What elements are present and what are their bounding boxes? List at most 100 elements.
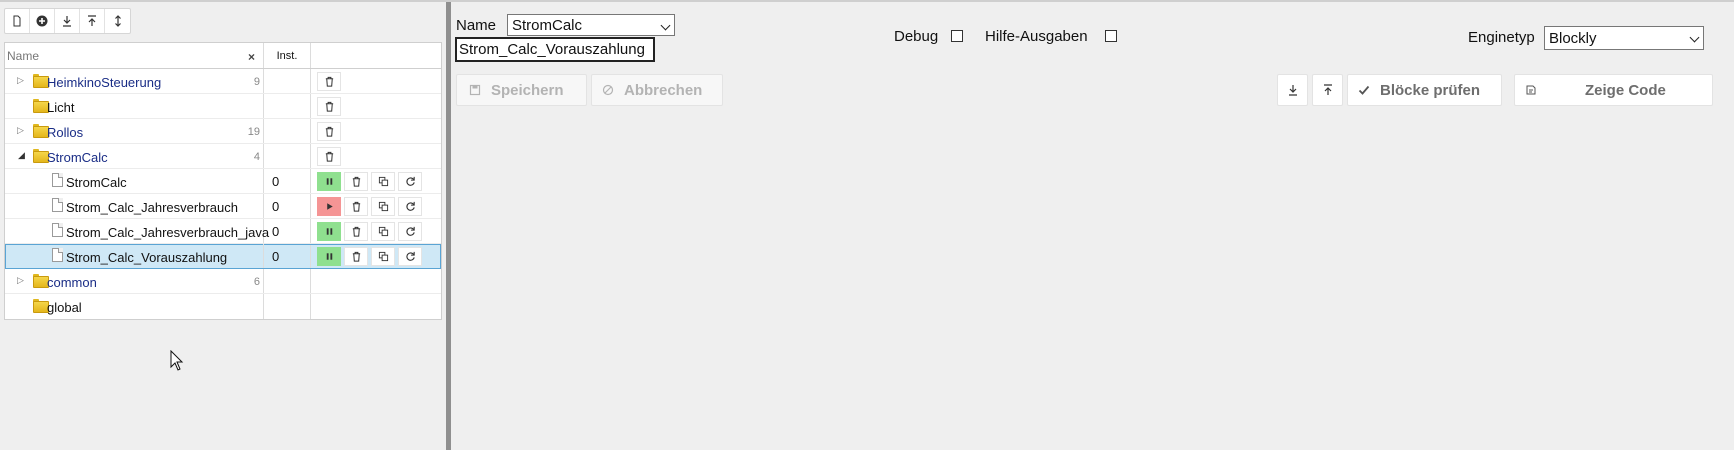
download-icon xyxy=(63,16,71,27)
folder-icon xyxy=(33,149,49,163)
debug-checkbox[interactable] xyxy=(951,30,963,42)
cancel-button[interactable]: Abbrechen xyxy=(591,74,723,106)
folder-count: 19 xyxy=(247,126,260,138)
trash-icon xyxy=(325,101,333,112)
tree-folder-row[interactable]: ▷ Rollos 19 xyxy=(5,119,441,144)
restart-button[interactable] xyxy=(398,221,422,241)
copy-button[interactable] xyxy=(371,171,395,191)
folder-label: global xyxy=(47,300,82,315)
delete-button[interactable] xyxy=(317,146,341,166)
pause-icon xyxy=(326,227,332,235)
start-button[interactable] xyxy=(317,196,341,216)
new-file-icon xyxy=(13,15,21,27)
delete-button[interactable] xyxy=(317,121,341,141)
restart-button[interactable] xyxy=(398,246,422,266)
folder-label: Rollos xyxy=(47,125,84,140)
import-blocks-button[interactable] xyxy=(1312,74,1343,106)
tree-toolbar xyxy=(4,8,131,34)
folder-icon xyxy=(33,74,49,88)
name-select[interactable]: StromCalc xyxy=(507,14,675,36)
name-filter-placeholder: Name xyxy=(7,48,40,63)
check-blocks-button[interactable]: Blöcke prüfen xyxy=(1347,74,1502,106)
trash-icon xyxy=(325,126,333,137)
expand-collapse-button[interactable] xyxy=(105,9,130,33)
instance-count: 0 xyxy=(264,169,311,193)
delete-button[interactable] xyxy=(344,171,368,191)
script-label: Strom_Calc_Jahresverbrauch_java xyxy=(66,225,270,240)
tree-script-row-selected[interactable]: Strom_Calc_Vorauszahlung 0 xyxy=(5,244,441,269)
restart-button[interactable] xyxy=(398,171,422,191)
folder-icon xyxy=(33,124,49,138)
script-tree-pane: Name × Inst. ▷ HeimkinoSteuerung 9 Licht xyxy=(0,2,446,450)
expand-triangle-icon[interactable]: ▷ xyxy=(17,275,24,286)
delete-button[interactable] xyxy=(344,196,368,216)
save-button[interactable]: Speichern xyxy=(456,74,587,106)
show-code-button[interactable]: Zeige Code xyxy=(1514,74,1713,106)
tree-folder-row[interactable]: ◢ StromCalc 4 xyxy=(5,144,441,169)
tree-folder-row[interactable]: global xyxy=(5,294,441,319)
export-button[interactable] xyxy=(55,9,80,33)
export-blocks-button[interactable] xyxy=(1277,74,1308,106)
pause-button[interactable] xyxy=(317,246,341,266)
instance-count: 0 xyxy=(264,194,311,218)
cancel-label: Abbrechen xyxy=(624,81,703,99)
folder-label: HeimkinoSteuerung xyxy=(47,75,162,90)
clear-filter-icon[interactable]: × xyxy=(248,50,255,64)
name-filter-input[interactable]: Name × xyxy=(5,43,264,68)
new-script-button[interactable] xyxy=(5,9,30,33)
cancel-icon xyxy=(602,84,614,96)
delete-button[interactable] xyxy=(317,71,341,91)
tree-script-row[interactable]: StromCalc 0 xyxy=(5,169,441,194)
script-file-icon xyxy=(52,198,63,212)
download-icon xyxy=(1288,85,1297,96)
tree-script-row[interactable]: Strom_Calc_Jahresverbrauch 0 xyxy=(5,194,441,219)
copy-icon xyxy=(378,226,388,236)
play-icon xyxy=(326,202,333,210)
instance-count: 0 xyxy=(264,244,311,268)
copy-button[interactable] xyxy=(371,246,395,266)
folder-label: Licht xyxy=(47,100,75,115)
delete-button[interactable] xyxy=(344,246,368,266)
tree-header: Name × Inst. xyxy=(5,43,441,69)
engine-type-label: Enginetyp xyxy=(1468,29,1535,46)
copy-icon xyxy=(378,176,388,186)
script-name-input[interactable]: Strom_Calc_Vorauszahlung xyxy=(455,37,655,62)
tree-folder-row[interactable]: Licht xyxy=(5,94,441,119)
tree-script-row[interactable]: Strom_Calc_Jahresverbrauch_java 0 xyxy=(5,219,441,244)
name-label: Name xyxy=(456,17,497,34)
show-code-label: Zeige Code xyxy=(1585,81,1666,99)
restart-button[interactable] xyxy=(398,196,422,216)
pause-button[interactable] xyxy=(317,221,341,241)
verbose-label: Hilfe-Ausgaben xyxy=(985,28,1088,45)
copy-button[interactable] xyxy=(371,221,395,241)
checkmark-icon xyxy=(1358,85,1370,95)
engine-type-select[interactable]: Blockly xyxy=(1544,26,1704,50)
folder-icon xyxy=(33,299,49,313)
pause-button[interactable] xyxy=(317,171,341,191)
add-folder-button[interactable] xyxy=(30,9,55,33)
delete-button[interactable] xyxy=(344,221,368,241)
upload-icon xyxy=(88,15,96,26)
script-file-icon xyxy=(52,248,63,262)
collapse-triangle-icon[interactable]: ◢ xyxy=(18,150,25,161)
import-button[interactable] xyxy=(80,9,105,33)
refresh-icon xyxy=(405,176,415,186)
pause-icon xyxy=(326,252,332,260)
chevron-down-icon xyxy=(660,20,671,31)
copy-button[interactable] xyxy=(371,196,395,216)
folder-icon xyxy=(33,274,49,288)
folder-count: 9 xyxy=(253,76,260,88)
instances-header: Inst. xyxy=(264,43,311,68)
tree-folder-row[interactable]: ▷ common 6 xyxy=(5,269,441,294)
engine-type-value: Blockly xyxy=(1549,29,1597,47)
delete-button[interactable] xyxy=(317,96,341,116)
tree-folder-row[interactable]: ▷ HeimkinoSteuerung 9 xyxy=(5,69,441,94)
save-icon xyxy=(469,84,481,96)
expand-triangle-icon[interactable]: ▷ xyxy=(17,125,24,136)
mouse-pointer-icon xyxy=(170,350,184,371)
folder-count: 4 xyxy=(253,151,260,163)
script-editor-pane: Name StromCalc Strom_Calc_Vorauszahlung … xyxy=(451,2,1734,450)
expand-triangle-icon[interactable]: ▷ xyxy=(17,75,24,86)
folder-count: 6 xyxy=(253,276,260,288)
verbose-checkbox[interactable] xyxy=(1105,30,1117,42)
